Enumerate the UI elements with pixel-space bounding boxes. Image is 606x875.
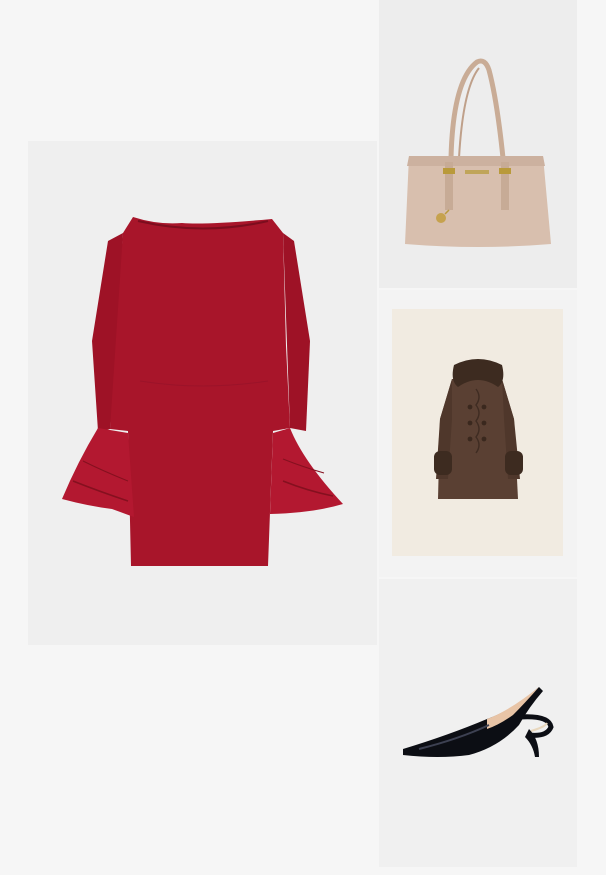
handbag-image (405, 58, 551, 247)
coat-backdrop (392, 309, 563, 556)
dress-image (62, 217, 343, 566)
dress-product-tile[interactable] (28, 141, 377, 645)
shoes-product-tile[interactable] (379, 579, 577, 867)
handbag-product-tile[interactable] (379, 0, 577, 288)
shoes-image (403, 687, 554, 757)
coat-image (434, 359, 523, 499)
